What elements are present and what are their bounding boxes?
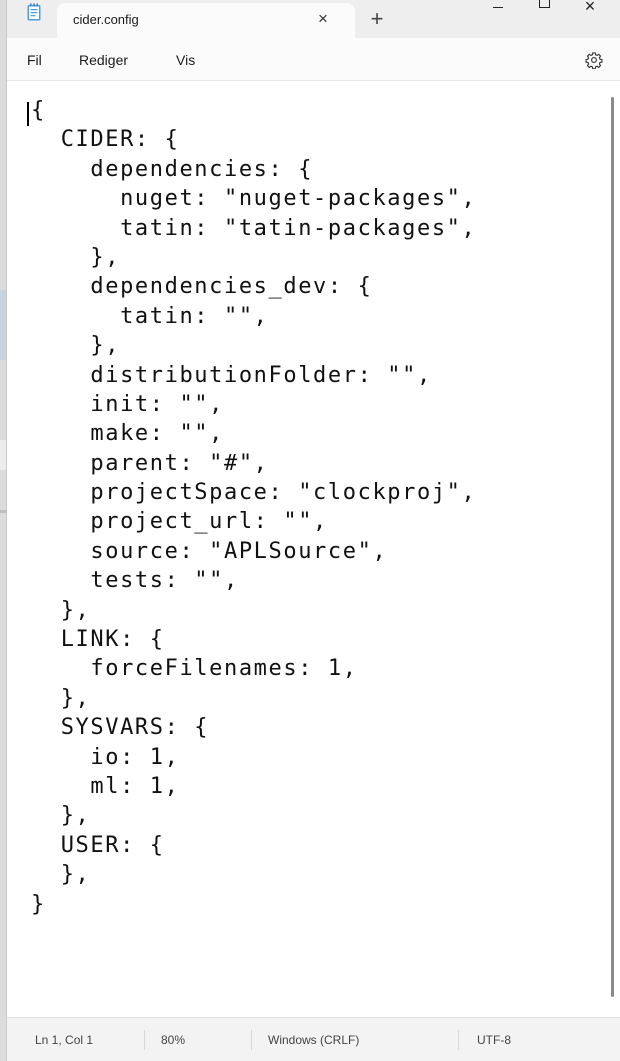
code-line: project_url: "", [31, 509, 328, 535]
new-tab-button[interactable]: + [362, 7, 392, 31]
notepad-window: cider.config × + × Fil Rediger Vis { CID… [6, 0, 620, 1061]
title-bar: cider.config × + × [7, 0, 620, 38]
minimize-icon [493, 7, 503, 8]
maximize-icon [539, 0, 550, 8]
gear-icon[interactable] [585, 51, 603, 69]
code-line: ml: 1, [31, 773, 180, 799]
code-line: init: "", [31, 391, 224, 417]
code-line: distributionFolder: "", [31, 362, 432, 388]
cursor-position: Ln 1, Col 1 [35, 1033, 94, 1047]
code-line: LINK: { [31, 627, 165, 653]
code-line: source: "APLSource", [31, 538, 388, 564]
close-icon: × [584, 0, 596, 16]
code-line: nuget: "nuget-packages", [31, 186, 477, 212]
code-line: CIDER: { [31, 127, 180, 153]
code-line: }, [31, 862, 91, 888]
vertical-scrollbar[interactable] [611, 97, 614, 997]
code-line: tatin: "tatin-packages", [31, 215, 477, 241]
text-cursor [27, 102, 29, 126]
line-ending: Windows (CRLF) [268, 1033, 360, 1047]
tab-title: cider.config [73, 12, 139, 27]
notepad-app-icon [27, 3, 41, 21]
encoding: UTF-8 [477, 1033, 511, 1047]
code-line: }, [31, 597, 91, 623]
code-line: }, [31, 685, 91, 711]
minimize-button[interactable] [475, 0, 521, 24]
code-line: }, [31, 244, 121, 270]
menu-file[interactable]: Fil [27, 52, 42, 68]
code-line: }, [31, 333, 121, 359]
code-line: tatin: "", [31, 303, 269, 329]
code-line: SYSVARS: { [31, 715, 210, 741]
zoom-level: 80% [161, 1033, 186, 1047]
status-bar: Ln 1, Col 1 80% Windows (CRLF) UTF-8 [7, 1017, 620, 1061]
code-line: make: "", [31, 421, 224, 447]
code-line: dependencies_dev: { [31, 274, 373, 300]
close-window-button[interactable]: × [567, 0, 613, 24]
status-separator [251, 1030, 252, 1050]
code-line: dependencies: { [31, 156, 314, 182]
code-line: tests: "", [31, 568, 239, 594]
code-line: }, [31, 803, 91, 829]
code-line: io: 1, [31, 744, 180, 770]
status-separator [144, 1030, 145, 1050]
code-line: USER: { [31, 832, 165, 858]
code-line: forceFilenames: 1, [31, 656, 358, 682]
tab-cider-config[interactable]: cider.config × [57, 3, 355, 38]
menu-edit[interactable]: Rediger [79, 52, 128, 68]
maximize-button[interactable] [521, 0, 567, 24]
code-line: { [31, 98, 46, 123]
status-separator [458, 1030, 459, 1050]
code-line: } [31, 891, 46, 917]
code-line: parent: "#", [31, 450, 269, 476]
menu-view[interactable]: Vis [176, 52, 195, 68]
text-editor[interactable]: { CIDER: { dependencies: { nuget: "nuget… [7, 81, 620, 1017]
menu-bar: Fil Rediger Vis [7, 38, 620, 81]
code-line: projectSpace: "clockproj", [31, 480, 477, 506]
editor-content[interactable]: { CIDER: { dependencies: { nuget: "nuget… [31, 96, 476, 919]
tab-close-icon[interactable]: × [311, 7, 335, 31]
